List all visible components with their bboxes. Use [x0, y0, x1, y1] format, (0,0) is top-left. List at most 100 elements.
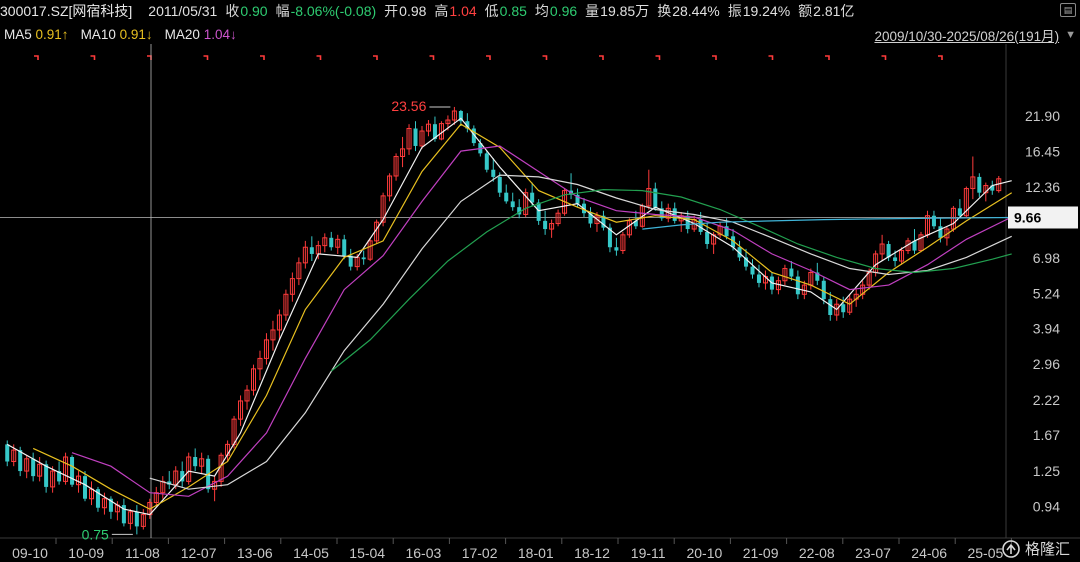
date-range-text[interactable]: 2009/10/30-2025/08/26(191月) — [874, 25, 1059, 45]
chevron-down-icon[interactable]: ▼ — [1065, 29, 1076, 41]
ma20-label: MA20 — [164, 26, 200, 42]
ma20-line — [71, 145, 1012, 497]
ma5-line — [6, 117, 1012, 516]
event-marker-icon — [486, 55, 491, 60]
ma10-legend: MA10 0.91↓ — [81, 27, 153, 42]
ma20-legend: MA20 1.04↓ — [165, 27, 237, 42]
volume-label: 量 — [585, 3, 600, 19]
candle-body — [705, 231, 710, 245]
event-marker-icon — [429, 55, 435, 60]
y-tick-label: 2.96 — [1033, 356, 1060, 372]
candle-body — [938, 226, 943, 238]
ma10-value: 0.91↓ — [119, 26, 153, 42]
x-tick-label: 11-08 — [125, 545, 160, 561]
stock-code-name[interactable]: 300017.SZ[网宿科技] — [0, 1, 132, 21]
y-tick-label: 16.45 — [1025, 143, 1060, 159]
y-tick-label: 2.22 — [1033, 392, 1060, 408]
panel-settings-icon[interactable]: ▤ — [1060, 3, 1076, 17]
candle-body — [491, 169, 496, 177]
y-tick-label: 21.90 — [1025, 108, 1060, 124]
amplitude-value: 19.24% — [742, 3, 791, 19]
candle-body — [329, 237, 334, 248]
x-tick-label: 16-03 — [405, 545, 441, 561]
candle-body — [342, 239, 347, 256]
event-marker-icon — [938, 55, 943, 60]
avg-value: 0.96 — [549, 3, 578, 19]
low-price-annotation: 0.75 — [82, 526, 109, 542]
x-tick-label: 21-09 — [743, 545, 779, 561]
candle-body — [44, 464, 49, 487]
avg-label: 均 — [534, 3, 549, 19]
candle-body — [536, 202, 541, 221]
x-tick-label: 12-07 — [181, 545, 217, 561]
change-label: 幅 — [275, 3, 290, 19]
low-label: 低 — [484, 3, 499, 19]
event-marker-icon — [90, 55, 96, 60]
event-marker-icon — [825, 55, 830, 60]
candle-body — [543, 220, 548, 230]
candle-body — [957, 208, 962, 216]
x-tick-label: 09-10 — [12, 545, 48, 561]
candle-body — [756, 274, 761, 283]
current-price-label: 9.66 — [1014, 209, 1041, 225]
low-value: 0.85 — [499, 3, 527, 19]
watermark-text: 格隆汇 — [1024, 541, 1070, 558]
amplitude-label: 振 — [727, 3, 742, 19]
x-tick-label: 18-01 — [518, 545, 554, 561]
candle-body — [841, 304, 846, 313]
amount-label: 额 — [798, 3, 813, 19]
date-range-selector[interactable]: 2009/10/30-2025/08/26(191月) ▼ — [874, 25, 1076, 45]
event-marker-icon — [147, 55, 152, 60]
candle-body — [484, 153, 489, 170]
y-tick-label: 5.24 — [1033, 285, 1060, 301]
candle-body — [413, 128, 418, 146]
candle-body — [361, 257, 366, 260]
y-tick-label: 1.67 — [1033, 427, 1060, 443]
y-tick-label: 1.25 — [1033, 463, 1060, 479]
open-label: 开 — [384, 3, 399, 19]
high-price-annotation: 23.56 — [391, 98, 426, 114]
y-tick-label: 6.98 — [1033, 250, 1060, 266]
high-label: 高 — [434, 3, 449, 19]
x-tick-label: 15-04 — [349, 545, 385, 561]
candlestick-chart[interactable]: 21.90 16.45 12.36 6.98 5.24 3.94 2.96 2.22 1.67 1… — [0, 44, 1080, 562]
event-marker-icon — [712, 55, 717, 60]
ma5-value: 0.91↑ — [35, 26, 69, 42]
ma10-line — [32, 123, 1013, 510]
y-tick-label: 12.36 — [1025, 179, 1060, 195]
candle-body — [193, 457, 198, 467]
event-marker-icon — [599, 55, 604, 60]
y-tick-label: 3.94 — [1033, 321, 1060, 337]
candle-body — [504, 192, 509, 202]
event-marker-icon — [881, 55, 887, 60]
x-tick-label: 20-10 — [686, 545, 722, 561]
x-tick-label: 25-05 — [967, 545, 1003, 561]
turnover-value: 28.44% — [672, 3, 720, 19]
x-tick-label: 19-11 — [631, 545, 666, 561]
candle-body — [134, 511, 139, 527]
ma5-label: MA5 — [4, 26, 32, 42]
x-tick-label: 22-08 — [799, 545, 835, 561]
candle-body — [82, 476, 88, 499]
candle-body — [5, 444, 10, 462]
candle-body — [795, 276, 800, 295]
candle-body — [977, 176, 982, 193]
event-marker-icon — [203, 55, 209, 60]
quote-date: 2011/05/31 — [148, 3, 218, 19]
x-tick-label: 10-09 — [68, 545, 104, 561]
event-marker-icon — [34, 55, 39, 60]
candle-body — [653, 188, 658, 209]
candle-body — [893, 257, 898, 262]
turnover-label: 换 — [657, 3, 672, 19]
candle-body — [931, 215, 936, 227]
x-tick-label: 23-07 — [855, 545, 891, 561]
quote-info-bar: 300017.SZ[网宿科技] 2011/05/31 收 0.90 幅 -8.0… — [0, 0, 1080, 22]
x-tick-label: 24-06 — [911, 545, 947, 561]
x-tick-label: 17-02 — [462, 545, 498, 561]
candle-body — [70, 457, 75, 485]
close-value: 0.90 — [240, 3, 268, 19]
candle-body — [789, 268, 794, 277]
volume-value: 19.85万 — [600, 3, 650, 19]
event-marker-icon — [655, 55, 661, 60]
candle-body — [698, 219, 703, 232]
